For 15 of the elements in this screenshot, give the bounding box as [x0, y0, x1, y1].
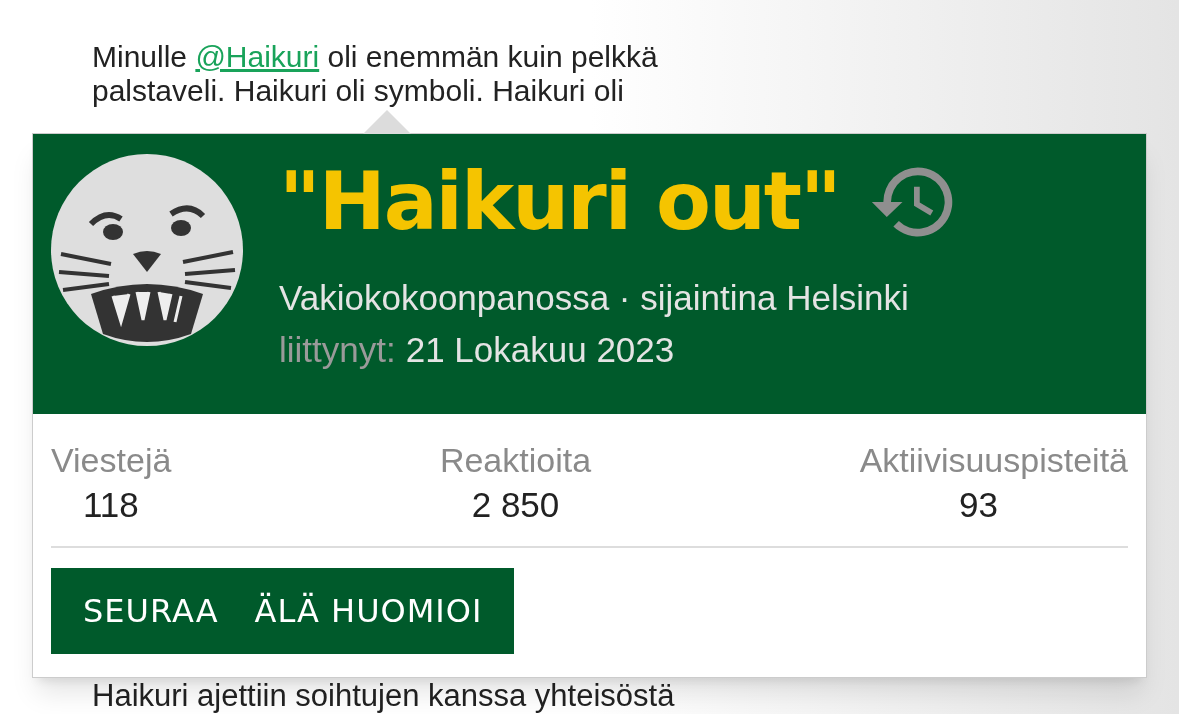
- stat-label: Viestejä: [51, 440, 172, 481]
- action-button[interactable]: SEURAA: [65, 568, 237, 654]
- action-button[interactable]: ÄLÄ HUOMIOI: [236, 568, 501, 654]
- stat-value: 93: [959, 484, 999, 526]
- stat-label: Aktiivisuuspisteitä: [859, 440, 1128, 481]
- stat-value: 2 850: [471, 484, 560, 526]
- stat-value: 118: [82, 484, 139, 526]
- user-subtitle: Vakiokokoonpanossa · sijaintina Helsinki: [279, 277, 910, 319]
- user-name: "Haikuri out": [279, 154, 840, 250]
- stat-label: Reaktioita: [439, 440, 592, 481]
- post-text: Minulle @Haikuri oli enemmän kuin pelkkä: [92, 40, 658, 74]
- joined-date: 21 Lokakuu 2023: [405, 329, 675, 371]
- joined-label: liittynyt:: [279, 329, 396, 371]
- post-text: Haikuri ajettiin soihtujen kanssa yhteisöstä: [92, 678, 675, 714]
- post-text: palstaveli. Haikuri oli symboli. Haikuri oli: [92, 74, 624, 108]
